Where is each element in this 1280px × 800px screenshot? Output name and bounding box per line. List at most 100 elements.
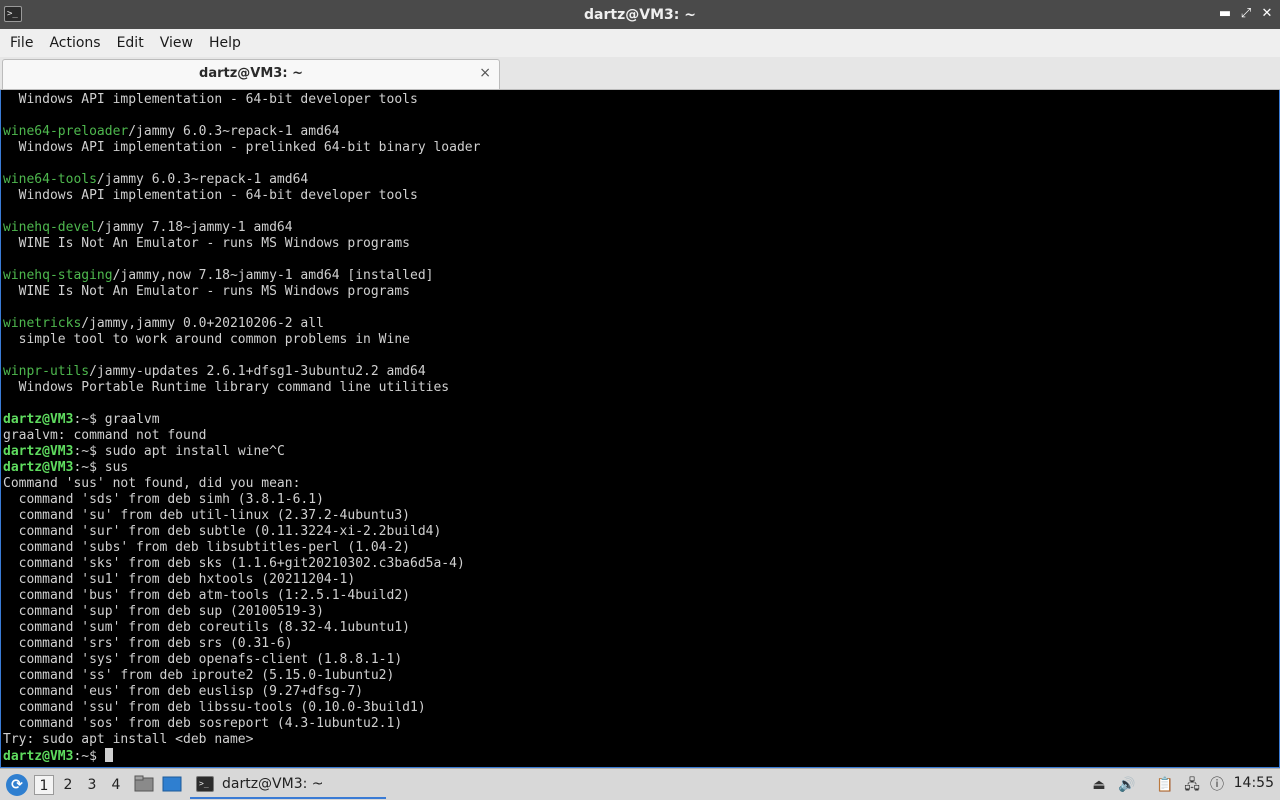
output-text: Windows Portable Runtime library command… — [3, 380, 450, 395]
prompt-user: dartz@VM3 — [3, 749, 74, 764]
output-text: command 'srs' from deb srs (0.31-6) — [3, 636, 293, 651]
output-text: Windows API implementation - 64-bit deve… — [3, 92, 418, 107]
taskbar-terminal-task[interactable]: >_ dartz@VM3: ~ — [190, 771, 386, 799]
output-text: command 'sys' from deb openafs-client (1… — [3, 652, 403, 667]
package-name: winehq-staging — [3, 268, 113, 283]
output-text: /jammy 7.18~jammy-1 amd64 — [96, 220, 293, 235]
output-text: command 'eus' from deb euslisp (9.27+dfs… — [3, 684, 364, 699]
terminal-line: command 'su1' from deb hxtools (20211204… — [3, 572, 1279, 588]
output-text: /jammy,jammy 0.0+20210206-2 all — [81, 316, 324, 331]
terminal-line: dartz@VM3:~$ sus — [3, 460, 1279, 476]
terminal-line: command 'ss' from deb iproute2 (5.15.0-1… — [3, 668, 1279, 684]
file-manager-icon[interactable] — [134, 775, 154, 793]
minimize-icon[interactable]: ▬ — [1216, 5, 1234, 23]
output-text: command 'sos' from deb sosreport (4.3-1u… — [3, 716, 403, 731]
start-menu-icon[interactable]: ⟳ — [6, 774, 28, 796]
terminal-line: command 'sds' from deb simh (3.8.1-6.1) — [3, 492, 1279, 508]
output-text: Windows API implementation - prelinked 6… — [3, 140, 481, 155]
window-titlebar[interactable]: >_ dartz@VM3: ~ ▬ ⤢ ✕ — [0, 0, 1280, 29]
package-name: wine64-tools — [3, 172, 97, 187]
prompt-path: :~$ — [73, 749, 105, 764]
output-text: command 'sks' from deb sks (1.1.6+git202… — [3, 556, 465, 571]
clock[interactable]: 14:55 — [1234, 775, 1274, 791]
output-text: Windows API implementation - 64-bit deve… — [3, 188, 418, 203]
workspace-3[interactable]: 3 — [82, 775, 102, 795]
menu-file[interactable]: File — [2, 29, 41, 57]
output-text: command 'sur' from deb subtle (0.11.3224… — [3, 524, 442, 539]
terminal-line: winehq-devel/jammy 7.18~jammy-1 amd64 — [3, 220, 1279, 236]
terminal-line: command 'sks' from deb sks (1.1.6+git202… — [3, 556, 1279, 572]
terminal-line: Try: sudo apt install <deb name> — [3, 732, 1279, 748]
workspace-2[interactable]: 2 — [58, 775, 78, 795]
tab-close-icon[interactable]: × — [479, 65, 491, 81]
terminal-line: command 'ssu' from deb libssu-tools (0.1… — [3, 700, 1279, 716]
output-text: /jammy-updates 2.6.1+dfsg1-3ubuntu2.2 am… — [89, 364, 426, 379]
prompt-path: :~$ — [73, 412, 105, 427]
output-text: Command 'sus' not found, did you mean: — [3, 476, 301, 491]
output-text: WINE Is Not An Emulator - runs MS Window… — [3, 284, 410, 299]
terminal-line: winetricks/jammy,jammy 0.0+20210206-2 al… — [3, 316, 1279, 332]
output-text: command 'bus' from deb atm-tools (1:2.5.… — [3, 588, 410, 603]
terminal-line: command 'sos' from deb sosreport (4.3-1u… — [3, 716, 1279, 732]
output-text: Try: sudo apt install <deb name> — [3, 732, 254, 747]
menu-edit[interactable]: Edit — [109, 29, 152, 57]
terminal-line: command 'sum' from deb coreutils (8.32-4… — [3, 620, 1279, 636]
tab-bar: dartz@VM3: ~ × — [0, 57, 1280, 90]
close-icon[interactable]: ✕ — [1258, 5, 1276, 23]
clipboard-icon[interactable]: 📋 — [1156, 776, 1174, 794]
output-text: /jammy 6.0.3~repack-1 amd64 — [128, 124, 340, 139]
output-text: command 'subs' from deb libsubtitles-per… — [3, 540, 410, 555]
terminal-line: Windows Portable Runtime library command… — [3, 380, 1279, 396]
network-icon[interactable]: 🖧 — [1183, 776, 1201, 794]
terminal-line: wine64-tools/jammy 6.0.3~repack-1 amd64 — [3, 172, 1279, 188]
terminal-output[interactable]: Windows API implementation - 64-bit deve… — [0, 90, 1280, 768]
prompt-user: dartz@VM3 — [3, 460, 74, 475]
command-text: sus — [104, 460, 129, 475]
maximize-icon[interactable]: ⤢ — [1237, 5, 1255, 23]
terminal-task-icon: >_ — [196, 776, 214, 792]
terminal-cursor — [104, 748, 113, 762]
terminal-line: command 'eus' from deb euslisp (9.27+dfs… — [3, 684, 1279, 700]
prompt-user: dartz@VM3 — [3, 444, 74, 459]
window-title: dartz@VM3: ~ — [584, 6, 696, 23]
command-text: graalvm — [104, 412, 160, 427]
workspace-1[interactable]: 1 — [34, 775, 54, 795]
output-text: command 'sds' from deb simh (3.8.1-6.1) — [3, 492, 324, 507]
volume-icon[interactable]: 🔊 — [1118, 776, 1136, 794]
update-notifier-icon[interactable]: ⓘ — [1208, 776, 1226, 794]
menu-help[interactable]: Help — [201, 29, 249, 57]
terminal-line: dartz@VM3:~$ sudo apt install wine^C — [3, 444, 1279, 460]
tray-eject-icon[interactable]: ⏏ — [1090, 776, 1108, 794]
command-text: sudo apt install wine^C — [104, 444, 285, 459]
show-desktop-icon[interactable] — [162, 775, 182, 793]
prompt-user: dartz@VM3 — [3, 412, 74, 427]
tab-label: dartz@VM3: ~ — [199, 66, 303, 81]
terminal-line: winehq-staging/jammy,now 7.18~jammy-1 am… — [3, 268, 1279, 284]
terminal-line: command 'sur' from deb subtle (0.11.3224… — [3, 524, 1279, 540]
menu-view[interactable]: View — [152, 29, 201, 57]
output-text: graalvm: command not found — [3, 428, 207, 443]
terminal-line: graalvm: command not found — [3, 428, 1279, 444]
terminal-line: winpr-utils/jammy-updates 2.6.1+dfsg1-3u… — [3, 364, 1279, 380]
terminal-line: command 'sys' from deb openafs-client (1… — [3, 652, 1279, 668]
terminal-tab[interactable]: dartz@VM3: ~ × — [2, 59, 500, 89]
workspace-4[interactable]: 4 — [106, 775, 126, 795]
terminal-line: Windows API implementation - 64-bit deve… — [3, 92, 1279, 108]
package-name: winpr-utils — [3, 364, 90, 379]
output-text: command 'sum' from deb coreutils (8.32-4… — [3, 620, 410, 635]
terminal-line: Command 'sus' not found, did you mean: — [3, 476, 1279, 492]
menu-actions[interactable]: Actions — [41, 29, 108, 57]
package-name: winetricks — [3, 316, 82, 331]
terminal-line: dartz@VM3:~$ graalvm — [3, 412, 1279, 428]
output-text: command 'su' from deb util-linux (2.37.2… — [3, 508, 410, 523]
terminal-line: command 'sup' from deb sup (20100519-3) — [3, 604, 1279, 620]
output-text: /jammy 6.0.3~repack-1 amd64 — [96, 172, 309, 187]
menu-bar: File Actions Edit View Help — [0, 29, 1280, 57]
output-text: command 'ssu' from deb libssu-tools (0.1… — [3, 700, 426, 715]
